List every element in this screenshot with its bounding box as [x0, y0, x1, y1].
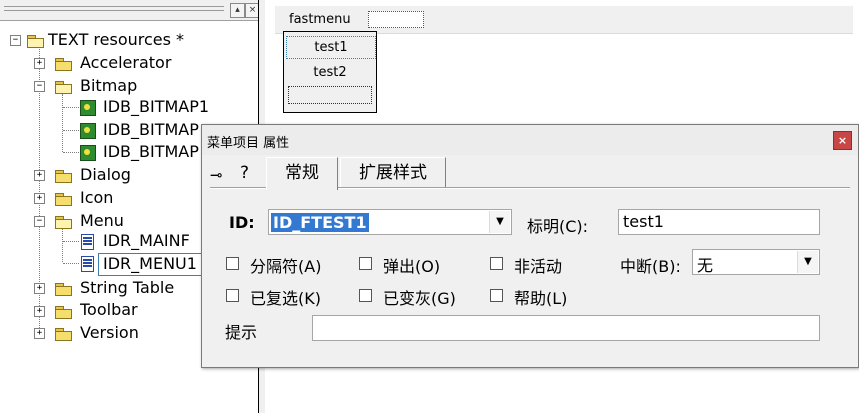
collapse-toggle[interactable]: − — [34, 216, 45, 227]
toolbar-grip — [4, 6, 224, 7]
break-value: 无 — [697, 256, 714, 275]
chevron-down-icon[interactable]: ▼ — [489, 211, 510, 233]
new-menu-item-slot[interactable] — [288, 86, 372, 104]
collapse-toggle[interactable]: − — [34, 81, 45, 92]
expand-toggle[interactable]: + — [34, 193, 45, 204]
tab-general[interactable]: 常规 — [266, 157, 338, 190]
prompt-input[interactable] — [312, 315, 820, 341]
help-icon[interactable]: ? — [240, 163, 249, 183]
tree-connector — [63, 130, 79, 131]
menu-item-test2[interactable]: test2 — [286, 62, 374, 83]
menu-bar-preview: fastmenu — [275, 6, 853, 34]
id-combo[interactable]: ID_FTEST1 ▼ — [268, 209, 512, 235]
folder-icon — [55, 170, 72, 183]
chevron-down-icon[interactable]: ▼ — [797, 251, 818, 273]
dialog-title: 菜单项目 属性 — [207, 136, 290, 151]
expand-toggle[interactable]: + — [34, 58, 45, 69]
folder-icon — [55, 193, 72, 206]
close-button[interactable]: × — [833, 131, 852, 150]
expand-toggle[interactable]: + — [34, 328, 45, 339]
tree-connector — [62, 229, 63, 262]
menu-item-properties-dialog: 菜单项目 属性 × ⊸ ? 常规 扩展样式 ID: ID_FTEST1 ▼ 标明… — [201, 124, 859, 368]
break-combo[interactable]: 无 ▼ — [692, 249, 820, 275]
tree-connector — [63, 152, 79, 153]
toolbar-grip — [4, 10, 224, 11]
caption-label: 标明(C): — [527, 217, 589, 236]
bitmap-icon — [80, 145, 96, 161]
tree-toolbar: ▴ × — [0, 0, 261, 21]
folder-icon — [55, 306, 72, 319]
bitmap-icon — [80, 100, 96, 116]
tree-connector — [63, 241, 79, 242]
expand-toggle[interactable]: + — [34, 283, 45, 294]
expand-toggle[interactable]: + — [34, 170, 45, 181]
menu-item-test1[interactable]: test1 — [286, 36, 376, 59]
pin-icon[interactable]: ⊸ — [210, 166, 223, 184]
menu-dropdown-preview: test1 test2 — [283, 31, 377, 113]
prompt-label: 提示 — [225, 323, 258, 342]
id-label: ID: — [229, 213, 255, 232]
tab-extended-styles[interactable]: 扩展样式 — [340, 157, 446, 188]
folder-open-icon — [27, 35, 44, 48]
folder-open-icon — [55, 81, 72, 94]
dock-button[interactable]: ▴ — [230, 3, 245, 18]
tree-connector — [63, 263, 79, 264]
caption-input[interactable]: test1 — [618, 209, 820, 235]
menu-bar-item-fastmenu[interactable]: fastmenu — [289, 12, 351, 27]
menu-icon — [81, 256, 94, 272]
caption-value: test1 — [623, 212, 664, 231]
bitmap-icon — [80, 123, 96, 139]
folder-icon — [55, 58, 72, 71]
dialog-title-bar[interactable]: 菜单项目 属性 × — [202, 125, 858, 155]
new-menu-slot[interactable] — [368, 11, 424, 28]
folder-icon — [55, 283, 72, 296]
tree-connector — [63, 107, 79, 108]
dialog-body: ID: ID_FTEST1 ▼ 标明(C): test1 分隔符(A) 弹出(O… — [202, 189, 858, 367]
collapse-toggle[interactable]: − — [10, 35, 21, 46]
folder-open-icon — [55, 216, 72, 229]
expand-toggle[interactable]: + — [34, 306, 45, 317]
menu-icon — [81, 234, 94, 250]
folder-icon — [55, 328, 72, 341]
id-value: ID_FTEST1 — [271, 213, 369, 232]
break-label: 中断(B): — [620, 257, 681, 276]
tree-connector — [62, 94, 63, 152]
